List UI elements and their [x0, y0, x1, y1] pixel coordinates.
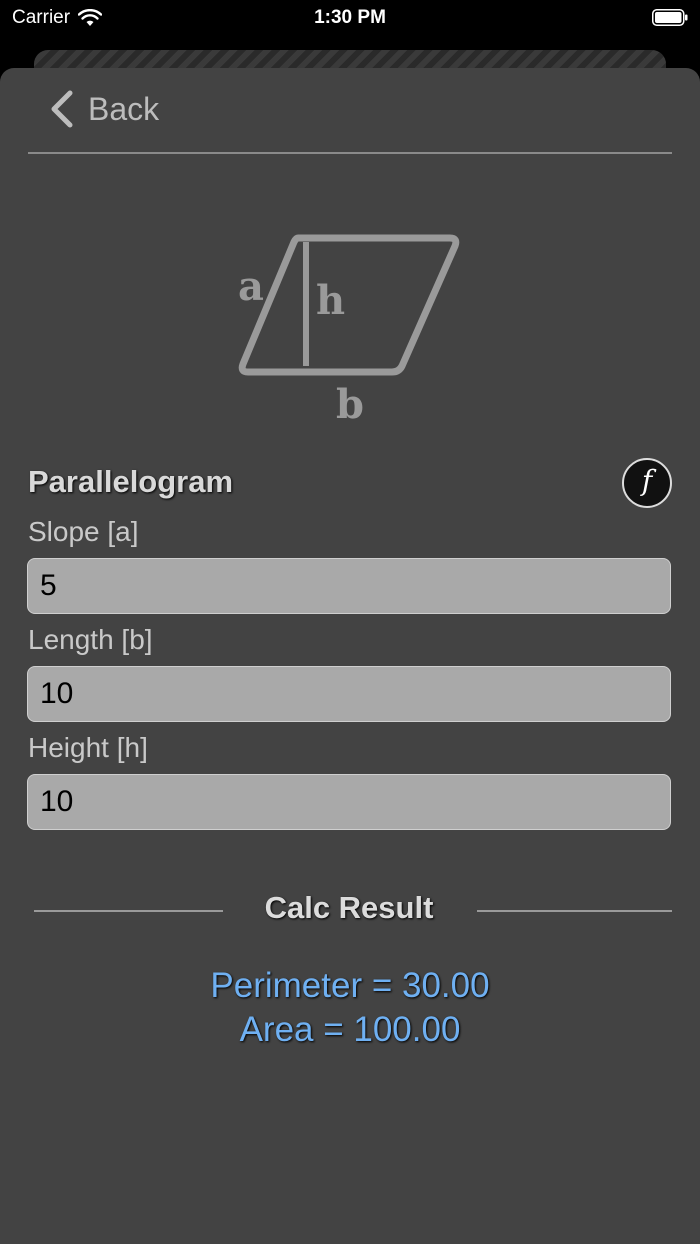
formula-button[interactable]: f [622, 458, 672, 508]
result-header: Calc Result [34, 890, 672, 930]
status-time: 1:30 PM [314, 7, 386, 28]
label-b: b [336, 381, 364, 428]
back-button[interactable]: Back [48, 90, 159, 128]
area-result: Area = 100.00 [239, 1010, 461, 1049]
slope-input[interactable] [27, 558, 671, 614]
shape-title: Parallelogram [28, 464, 234, 499]
height-input[interactable] [27, 774, 671, 830]
length-input[interactable] [27, 666, 671, 722]
calculator-sheet: Back a h b Parallelogram f Slope [a] Len… [0, 68, 700, 1244]
navigation-bar: Back [28, 68, 672, 154]
length-label: Length [b] [28, 624, 153, 655]
label-h: h [316, 277, 345, 324]
slope-label: Slope [a] [28, 516, 139, 547]
status-bar: Carrier 1:30 PM [0, 0, 700, 40]
battery-icon [652, 9, 688, 26]
label-a: a [238, 263, 264, 310]
back-label: Back [88, 90, 160, 127]
chevron-left-icon [51, 90, 73, 128]
result-title: Calc Result [264, 890, 434, 925]
formula-icon: f [641, 464, 653, 497]
result-divider-right [477, 910, 672, 912]
perimeter-result: Perimeter = 30.00 [210, 966, 490, 1005]
height-label: Height [h] [28, 732, 148, 763]
parallelogram-diagram: a h b [238, 234, 460, 428]
